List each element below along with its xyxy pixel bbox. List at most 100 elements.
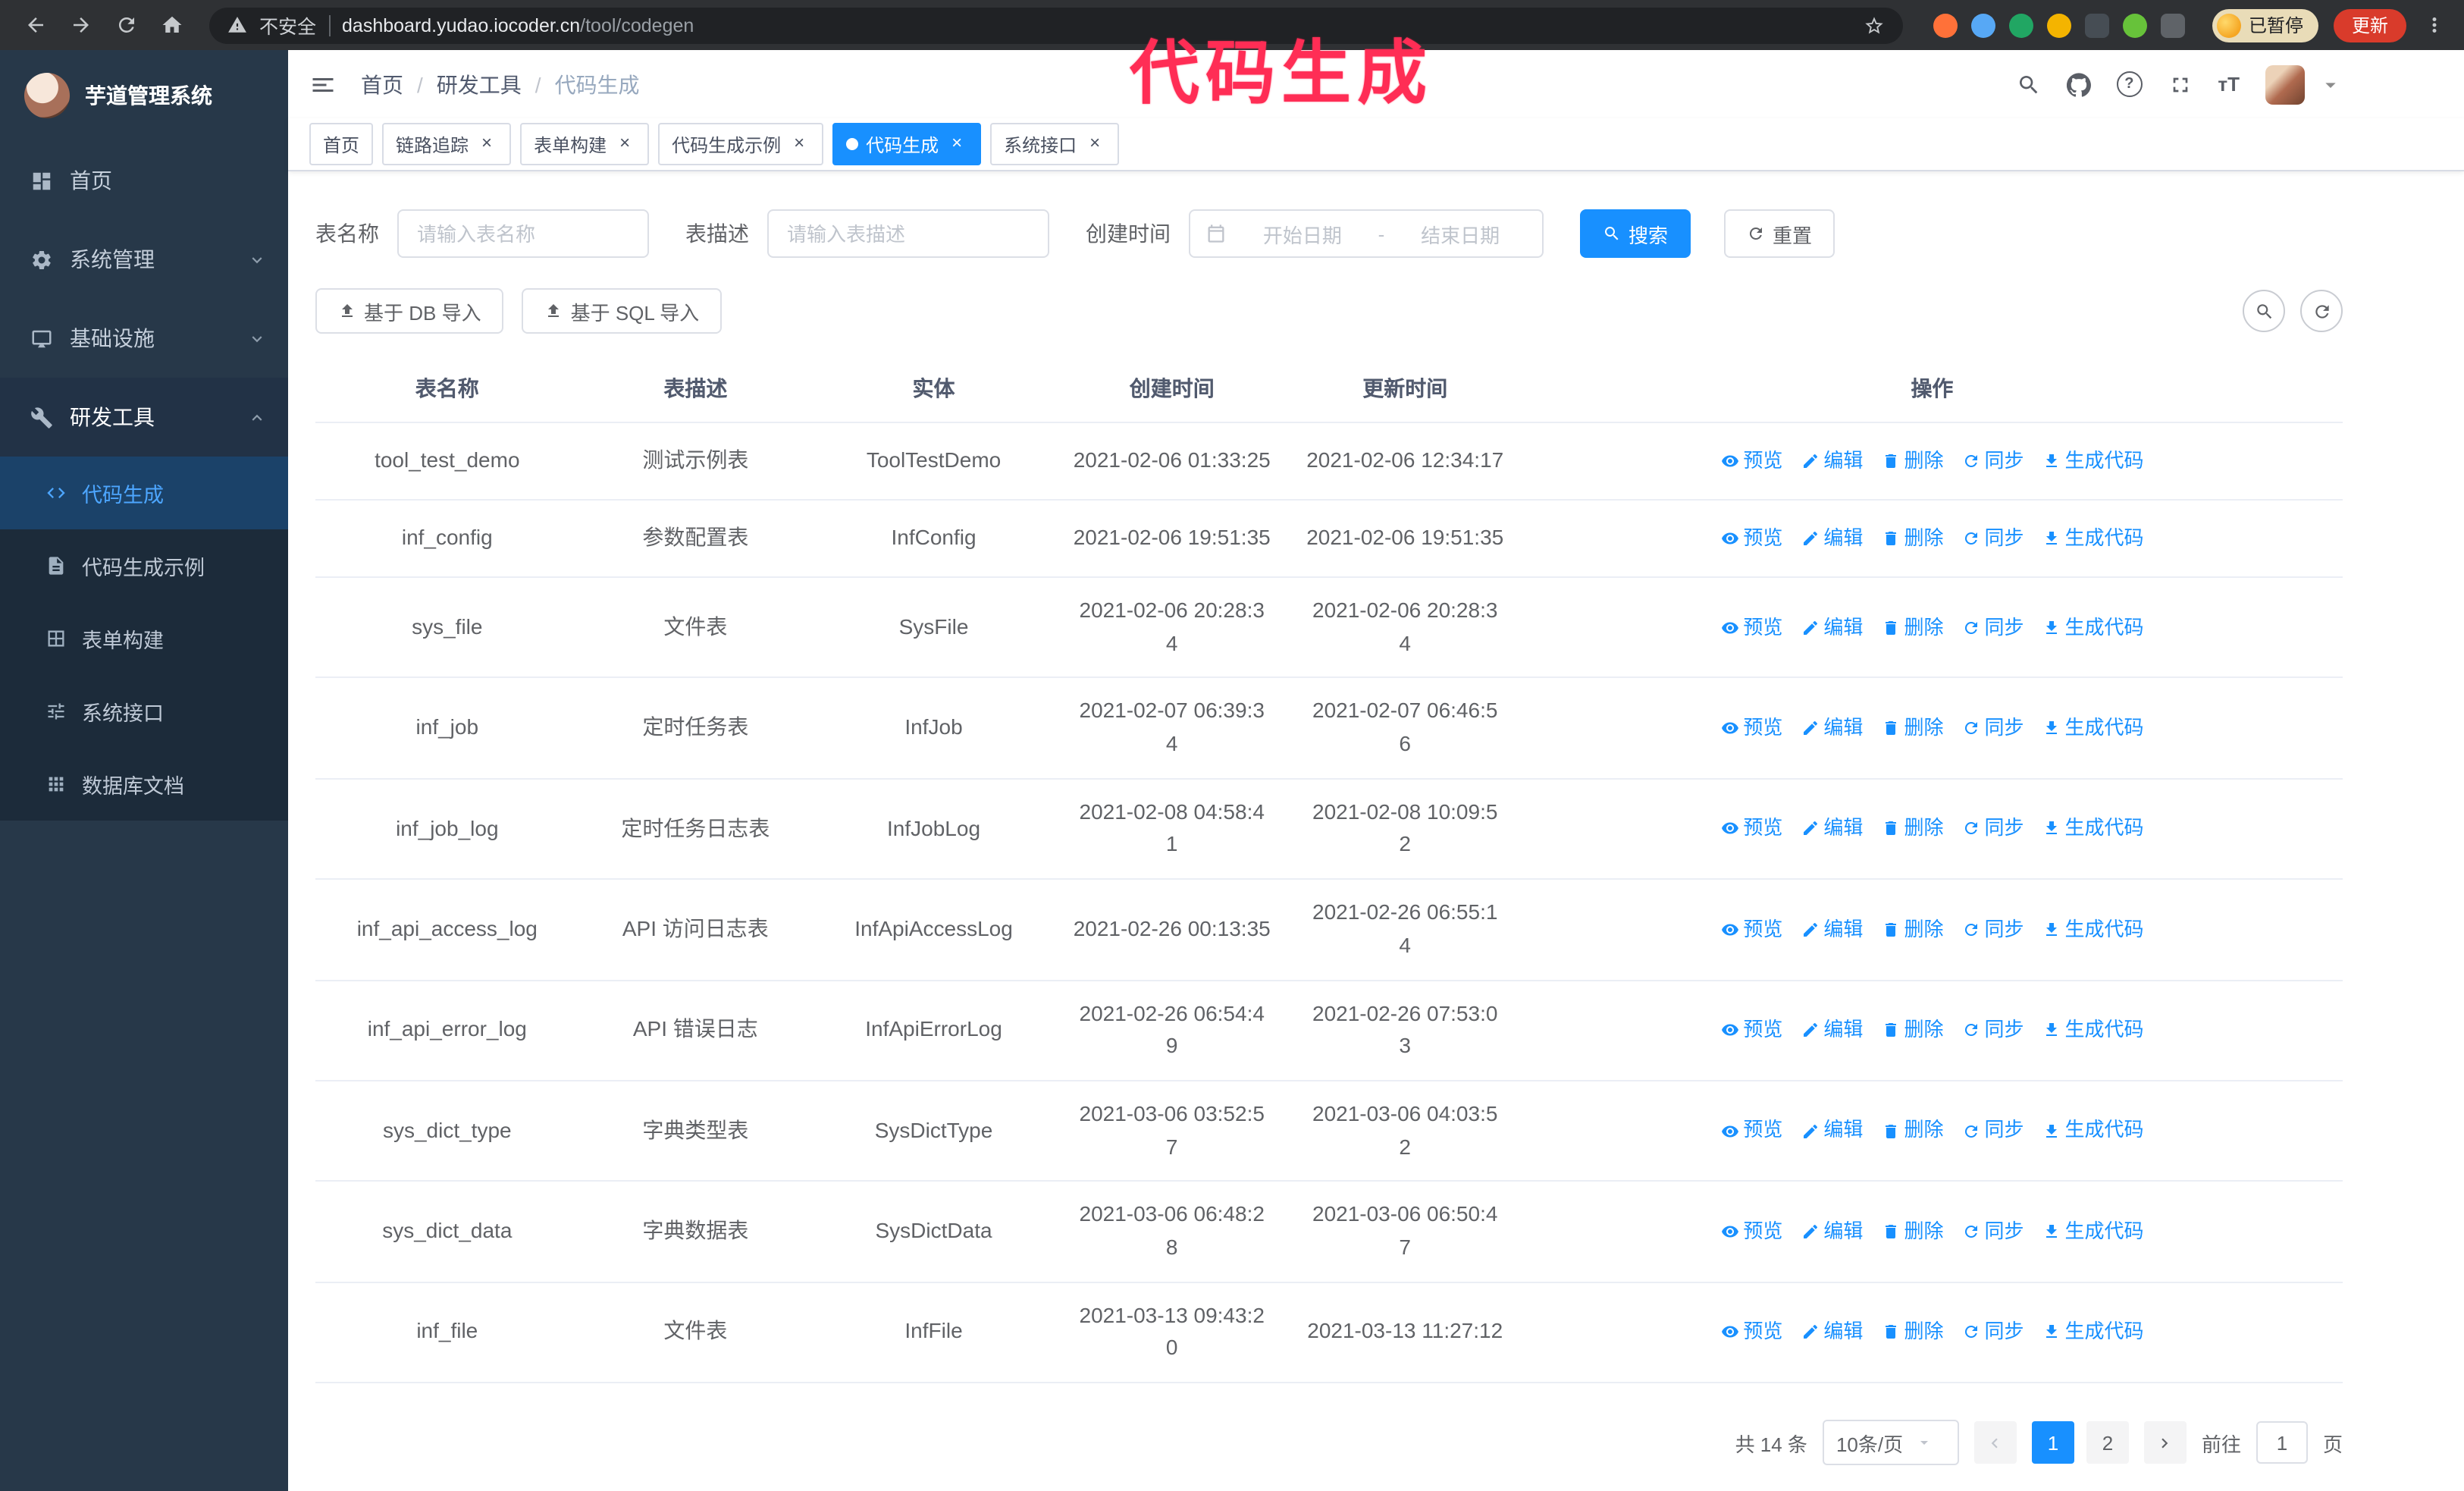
edit-link[interactable]: 编辑 <box>1801 1116 1863 1146</box>
app-logo[interactable]: 芋道管理系统 <box>0 50 288 141</box>
submenu-item-2[interactable]: 代码生成示例 <box>0 529 288 602</box>
search-button[interactable]: 搜索 <box>1580 209 1691 258</box>
close-tab-icon[interactable]: × <box>946 133 967 155</box>
drop-extension-icon[interactable] <box>1970 13 1995 37</box>
close-tab-icon[interactable]: × <box>476 133 497 155</box>
toggle-search-button[interactable] <box>2243 290 2285 332</box>
tab-2[interactable]: 链路追踪 × <box>382 123 512 165</box>
delete-link[interactable]: 删除 <box>1881 1116 1943 1146</box>
edit-link[interactable]: 编辑 <box>1801 1216 1863 1247</box>
preview-link[interactable]: 预览 <box>1720 612 1782 642</box>
page-button-2[interactable]: 2 <box>2086 1421 2129 1464</box>
delete-link[interactable]: 删除 <box>1881 914 1943 944</box>
edit-link[interactable]: 编辑 <box>1801 1015 1863 1045</box>
preview-link[interactable]: 预览 <box>1720 713 1782 743</box>
breadcrumb-item[interactable]: 首页 <box>361 69 403 99</box>
delete-link[interactable]: 删除 <box>1881 1317 1943 1347</box>
page-button-1[interactable]: 1 <box>2031 1421 2074 1464</box>
import-sql-button[interactable]: 基于 SQL 导入 <box>522 288 723 334</box>
generate-code-link[interactable]: 生成代码 <box>2042 1116 2144 1146</box>
sidebar-item-3[interactable]: 基础设施 <box>0 299 288 378</box>
edit-link[interactable]: 编辑 <box>1801 612 1863 642</box>
reset-button[interactable]: 重置 <box>1724 209 1835 258</box>
next-page-button[interactable] <box>2143 1421 2187 1464</box>
delete-link[interactable]: 删除 <box>1881 612 1943 642</box>
sync-link[interactable]: 同步 <box>1961 1116 2024 1146</box>
profile-chip[interactable]: 已暂停 <box>2212 8 2318 42</box>
generate-code-link[interactable]: 生成代码 <box>2042 1015 2144 1045</box>
edit-link[interactable]: 编辑 <box>1801 713 1863 743</box>
preview-link[interactable]: 预览 <box>1720 1116 1782 1146</box>
generate-code-link[interactable]: 生成代码 <box>2042 446 2144 476</box>
breadcrumb-item[interactable]: 研发工具 <box>437 69 522 99</box>
delete-link[interactable]: 删除 <box>1881 1015 1943 1045</box>
avatar-caret-icon[interactable] <box>2318 72 2343 96</box>
sync-link[interactable]: 同步 <box>1961 612 2024 642</box>
sync-link[interactable]: 同步 <box>1961 1015 2024 1045</box>
generate-code-link[interactable]: 生成代码 <box>2042 523 2144 554</box>
back-icon[interactable] <box>15 5 55 45</box>
sidebar-item-1[interactable]: 首页 <box>0 141 288 220</box>
table-desc-input[interactable] <box>767 209 1049 258</box>
browser-home-icon[interactable] <box>152 5 191 45</box>
delete-link[interactable]: 删除 <box>1881 814 1943 844</box>
edit-link[interactable]: 编辑 <box>1801 814 1863 844</box>
address-bar[interactable]: 不安全 dashboard.yudao.iocoder.cn/tool/code… <box>209 7 1903 43</box>
hamburger-icon[interactable] <box>309 71 337 98</box>
user-avatar[interactable] <box>2265 64 2305 104</box>
close-tab-icon[interactable]: × <box>788 133 810 155</box>
generate-code-link[interactable]: 生成代码 <box>2042 814 2144 844</box>
edit-link[interactable]: 编辑 <box>1801 446 1863 476</box>
delete-link[interactable]: 删除 <box>1881 1216 1943 1247</box>
kebab-menu-icon[interactable] <box>2419 14 2449 36</box>
submenu-item-4[interactable]: 系统接口 <box>0 675 288 748</box>
forward-icon[interactable] <box>61 5 100 45</box>
tab-1[interactable]: 首页 <box>309 123 374 165</box>
check-extension-icon[interactable] <box>2008 13 2033 37</box>
people-extension-icon[interactable] <box>2046 13 2071 37</box>
submenu-item-3[interactable]: 表单构建 <box>0 602 288 675</box>
generate-code-link[interactable]: 生成代码 <box>2042 1216 2144 1247</box>
tab-6[interactable]: 系统接口 × <box>990 123 1120 165</box>
preview-link[interactable]: 预览 <box>1720 523 1782 554</box>
sync-link[interactable]: 同步 <box>1961 713 2024 743</box>
fullscreen-icon[interactable] <box>2168 72 2192 96</box>
tab-5[interactable]: 代码生成 × <box>832 123 982 165</box>
delete-link[interactable]: 删除 <box>1881 446 1943 476</box>
edit-link[interactable]: 编辑 <box>1801 914 1863 944</box>
generate-code-link[interactable]: 生成代码 <box>2042 612 2144 642</box>
edit-link[interactable]: 编辑 <box>1801 1317 1863 1347</box>
preview-link[interactable]: 预览 <box>1720 814 1782 844</box>
prev-page-button[interactable] <box>1973 1421 2017 1464</box>
fox-extension-icon[interactable] <box>1933 13 1958 37</box>
generate-code-link[interactable]: 生成代码 <box>2042 1317 2144 1347</box>
close-tab-icon[interactable]: × <box>614 133 635 155</box>
delete-link[interactable]: 删除 <box>1881 713 1943 743</box>
edit-link[interactable]: 编辑 <box>1801 523 1863 554</box>
sync-link[interactable]: 同步 <box>1961 914 2024 944</box>
tab-3[interactable]: 表单构建 × <box>520 123 650 165</box>
update-browser-button[interactable]: 更新 <box>2333 8 2406 42</box>
preview-link[interactable]: 预览 <box>1720 1317 1782 1347</box>
generate-code-link[interactable]: 生成代码 <box>2042 914 2144 944</box>
import-db-button[interactable]: 基于 DB 导入 <box>315 288 504 334</box>
table-name-input[interactable] <box>397 209 649 258</box>
preview-link[interactable]: 预览 <box>1720 1216 1782 1247</box>
sync-link[interactable]: 同步 <box>1961 523 2024 554</box>
sync-link[interactable]: 同步 <box>1961 1317 2024 1347</box>
sync-link[interactable]: 同步 <box>1961 814 2024 844</box>
help-icon[interactable]: ? <box>2116 71 2143 97</box>
puzzle-extension-icon[interactable] <box>2160 13 2185 37</box>
font-size-icon[interactable]: тT <box>2218 73 2240 96</box>
preview-link[interactable]: 预览 <box>1720 446 1782 476</box>
submenu-item-5[interactable]: 数据库文档 <box>0 748 288 821</box>
leaf-extension-icon[interactable] <box>2122 13 2147 37</box>
goto-page-input[interactable] <box>2256 1421 2308 1464</box>
sidebar-item-4[interactable]: 研发工具 <box>0 378 288 457</box>
bookmark-star-icon[interactable] <box>1864 14 1885 36</box>
preview-link[interactable]: 预览 <box>1720 914 1782 944</box>
page-size-select[interactable]: 10条/页 <box>1822 1420 1959 1465</box>
generate-code-link[interactable]: 生成代码 <box>2042 713 2144 743</box>
sync-link[interactable]: 同步 <box>1961 446 2024 476</box>
search-icon[interactable] <box>2016 72 2040 96</box>
